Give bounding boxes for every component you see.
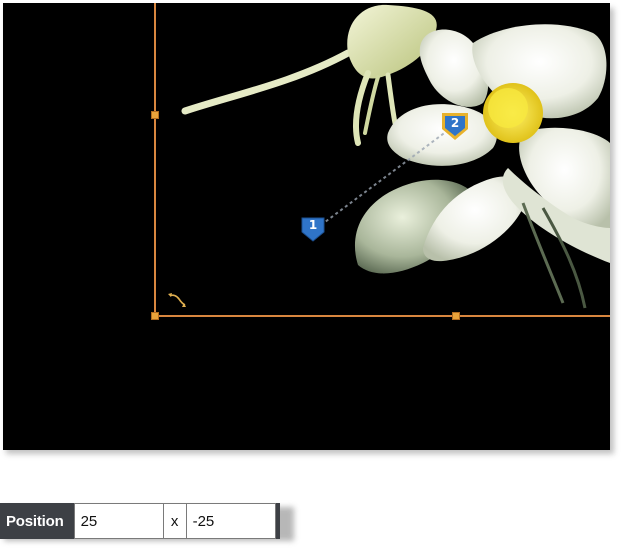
position-x-input[interactable] bbox=[73, 503, 164, 539]
keyframe-marker-2[interactable]: 2 bbox=[440, 110, 470, 142]
position-bar: Position x bbox=[0, 503, 280, 539]
keyframe-marker-1[interactable]: 1 bbox=[300, 215, 326, 243]
preview-canvas[interactable]: 1 2 bbox=[3, 3, 610, 450]
position-label: Position bbox=[0, 503, 74, 539]
bbox-handle-bottom-middle[interactable] bbox=[452, 312, 460, 320]
rotate-arrows-icon[interactable] bbox=[165, 288, 189, 312]
bbox-bottom-edge[interactable] bbox=[154, 315, 610, 317]
position-bar-end bbox=[275, 503, 280, 539]
position-y-input[interactable] bbox=[185, 503, 276, 539]
bbox-left-edge[interactable] bbox=[154, 3, 156, 316]
position-separator: x bbox=[163, 503, 186, 539]
marker-label: 2 bbox=[450, 116, 460, 130]
bbox-handle-left-middle[interactable] bbox=[151, 111, 159, 119]
bbox-handle-bottom-left[interactable] bbox=[151, 312, 159, 320]
marker-label: 1 bbox=[308, 218, 318, 232]
